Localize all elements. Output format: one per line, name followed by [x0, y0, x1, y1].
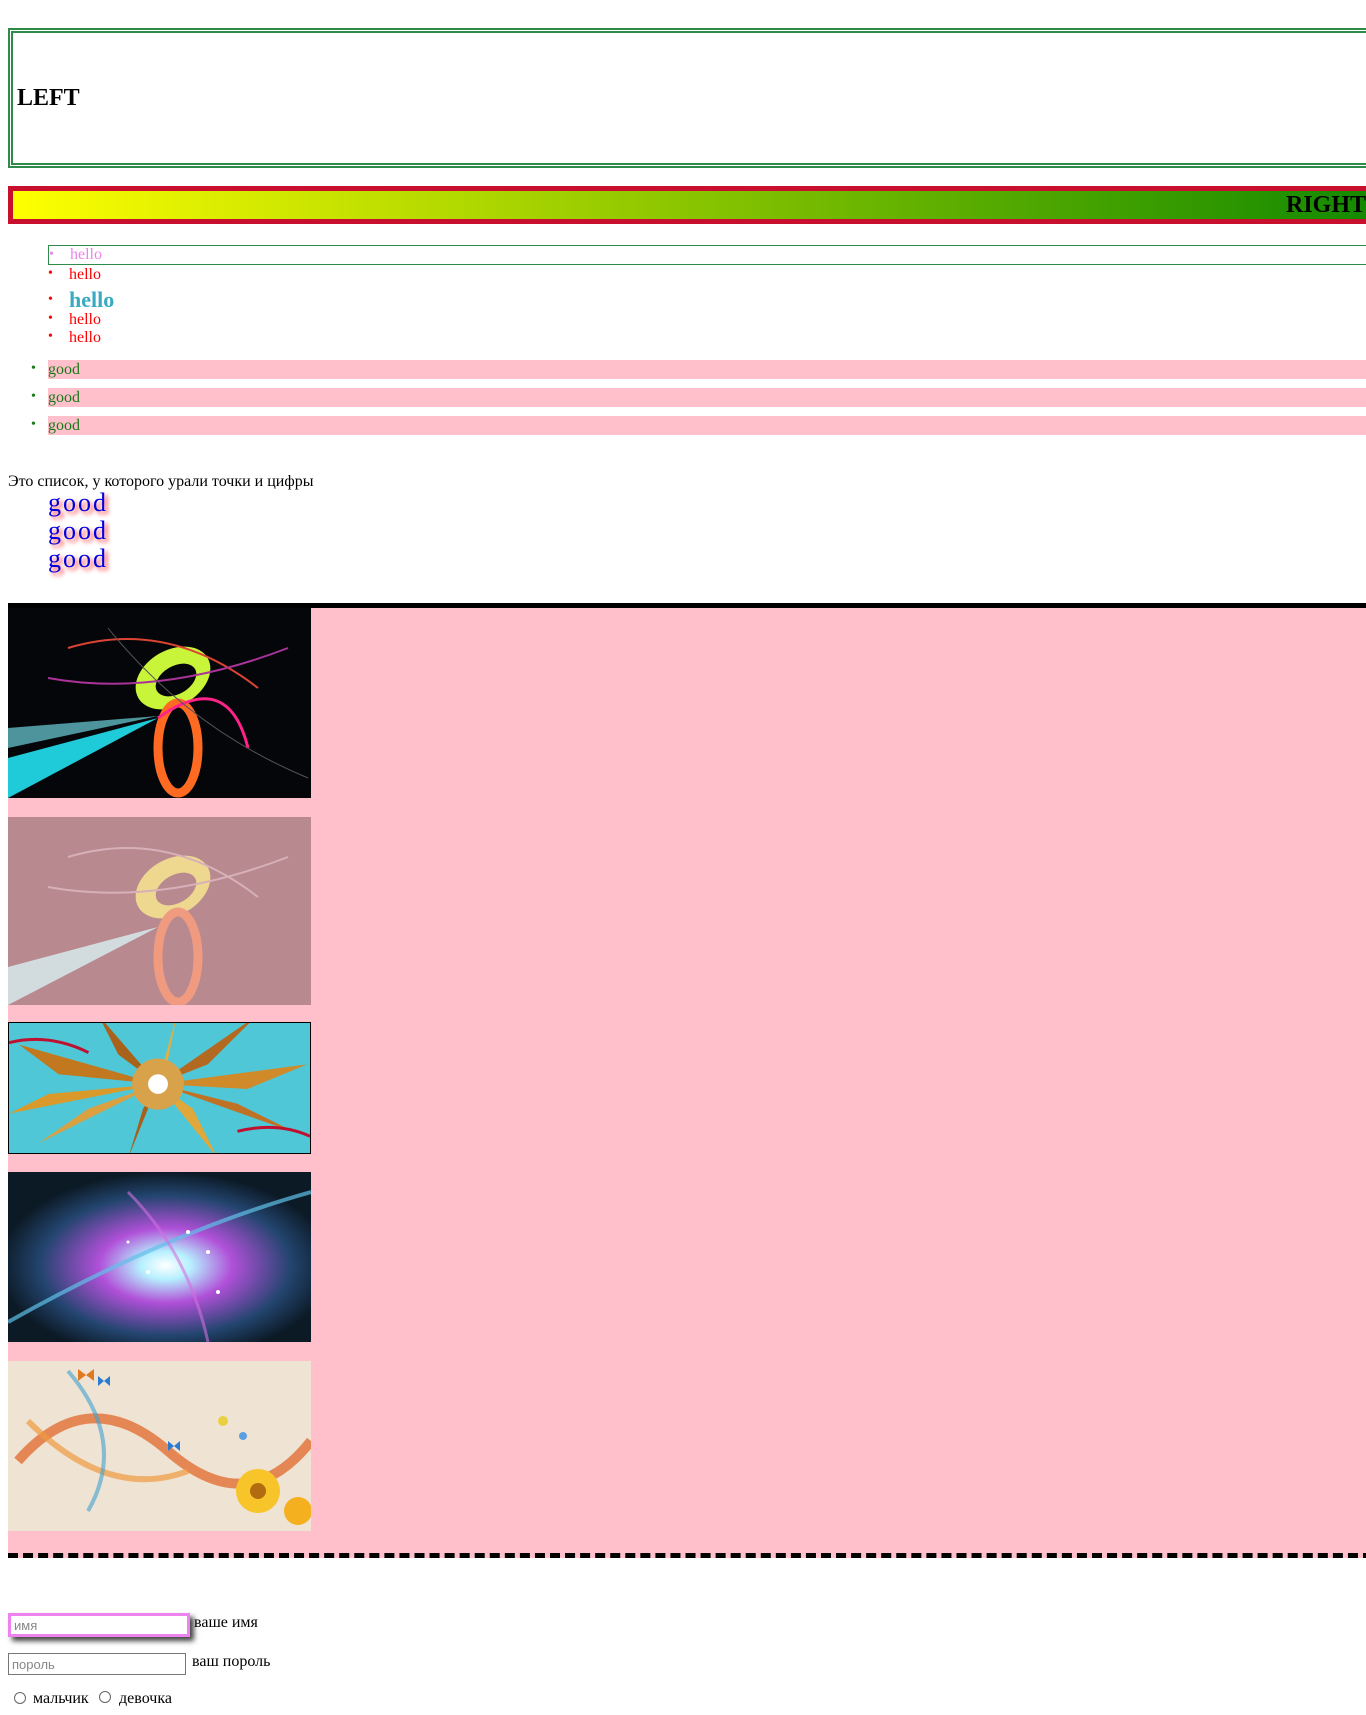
- radio-boy-label: мальчик: [33, 1690, 89, 1707]
- list-item-text: hello: [69, 266, 101, 283]
- left-heading: LEFT: [17, 84, 80, 111]
- butterflies-flowers-image: [8, 1361, 311, 1531]
- list-item-text: hello: [69, 329, 101, 346]
- right-header-box: RIGHT: [8, 186, 1366, 224]
- abstract-swirl-dark-image: [8, 608, 311, 798]
- bullet-icon: •: [48, 311, 53, 326]
- list-item-text: hello: [69, 287, 115, 312]
- list-item: good: [48, 360, 1366, 379]
- password-label: ваш пороль: [192, 1653, 271, 1670]
- abstract-swirl-faded-image: [8, 817, 311, 1005]
- list-item: good: [48, 544, 108, 573]
- list-item: good: [48, 416, 1366, 435]
- password-input[interactable]: [8, 1653, 186, 1675]
- name-label: ваше имя: [194, 1614, 258, 1631]
- name-input[interactable]: [8, 1613, 190, 1637]
- list-item: good: [48, 388, 1366, 407]
- bullet-icon: •: [31, 389, 36, 404]
- image-gallery: [8, 603, 1366, 1558]
- bullet-icon: •: [31, 417, 36, 432]
- bullet-icon: •: [31, 361, 36, 376]
- stained-glass-sun-image: [8, 1022, 311, 1154]
- bullet-icon: •: [48, 292, 53, 307]
- bullet-icon: •: [49, 247, 54, 262]
- radio-girl[interactable]: [99, 1691, 111, 1703]
- left-header-box: LEFT: [8, 28, 1366, 168]
- radio-boy[interactable]: [14, 1692, 26, 1704]
- bullet-icon: •: [48, 329, 53, 344]
- list-item-text: hello: [70, 246, 102, 263]
- list-item-text: hello: [69, 311, 101, 328]
- list-item: • hello: [48, 245, 1366, 265]
- bullet-icon: •: [48, 266, 53, 281]
- list-item: good: [48, 488, 108, 517]
- radio-girl-label: девочка: [119, 1690, 172, 1707]
- cosmic-light-burst-image: [8, 1172, 311, 1342]
- list-item: good: [48, 516, 108, 545]
- right-heading: RIGHT: [1285, 191, 1366, 218]
